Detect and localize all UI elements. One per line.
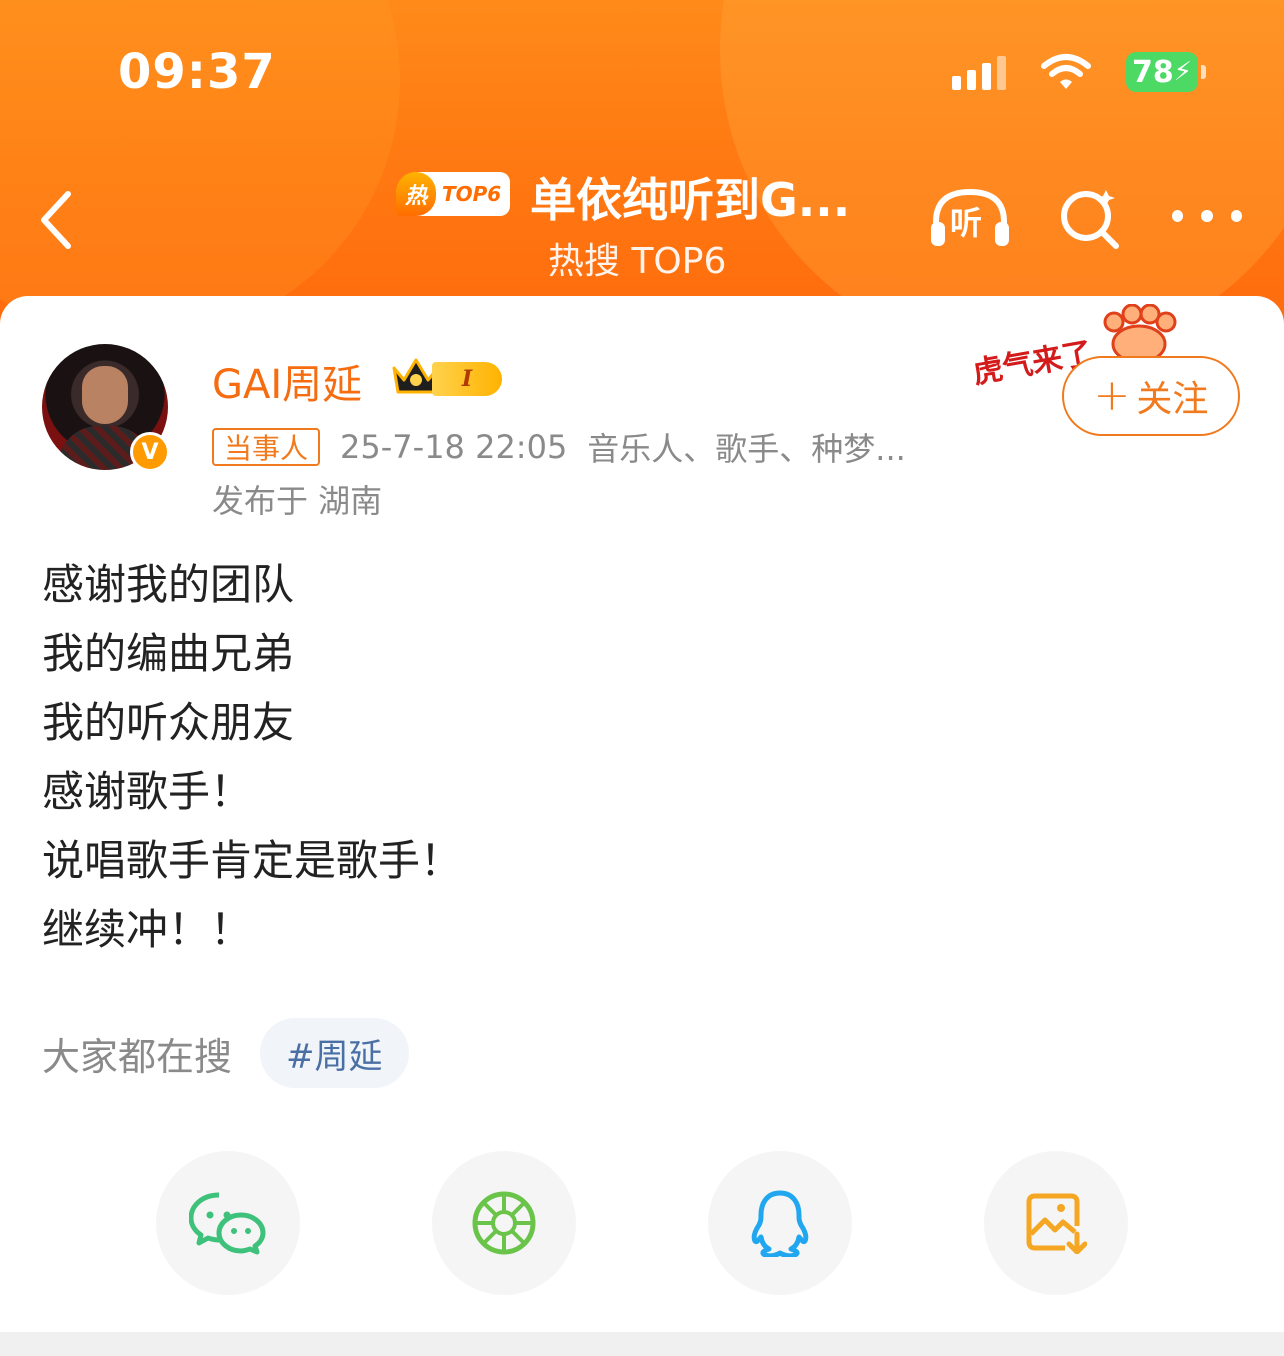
battery-level: 78 [1131,54,1174,90]
post-line: 继续冲！！ [42,905,253,954]
post-card: V GAI周延 I 当事人 25-7-18 22:05 音乐人、歌手、种梦...… [0,296,1284,1332]
post-line: 我的听众朋友 [42,698,295,747]
search-icon[interactable] [1056,186,1122,250]
search-topic-chip[interactable]: #周延 [260,1018,409,1088]
battery-indicator: 78 ⚡ [1126,52,1206,92]
charging-bolt-icon: ⚡ [1173,57,1192,87]
username[interactable]: GAI周延 [212,352,362,410]
hot-fire-icon: 热 [396,172,436,216]
back-button[interactable] [34,188,84,252]
share-wechat-button[interactable] [156,1151,300,1295]
follow-label: 关注 [1136,379,1209,420]
page-subtitle: 热搜 TOP6 [548,241,727,282]
more-dot [1230,210,1242,222]
more-dot [1201,210,1213,222]
user-description: 音乐人、歌手、种梦... [587,430,906,468]
moments-icon [472,1191,536,1255]
post-text: 感谢我的团队 我的编曲兄弟 我的听众朋友 感谢歌手！ 说唱歌手肯定是歌手！ 继续… [42,550,462,964]
bottom-bar [0,1332,1284,1356]
post-line: 感谢歌手！ [42,767,253,816]
wifi-icon [1041,54,1091,89]
listen-button[interactable]: 听 [928,186,1012,250]
listen-label: 听 [950,204,983,242]
follow-button[interactable]: + 关注 [1062,356,1240,436]
wechat-icon [189,1192,266,1255]
hot-search-badge: 热 TOP6 [396,172,510,216]
related-search-label: 大家都在搜 [42,1034,233,1079]
post-line: 我的编曲兄弟 [42,629,295,678]
qq-icon [751,1190,809,1257]
avatar-face [82,366,128,424]
share-row [156,1151,1130,1295]
save-image-icon [1026,1193,1087,1254]
follow-plus-icon: + [1093,370,1131,421]
tiger-paw-icon [1103,304,1177,364]
more-dot [1172,210,1184,222]
user-level-badge: I [432,362,502,396]
related-search: 大家都在搜 #周延 [42,1018,409,1088]
post-line: 说唱歌手肯定是歌手！ [42,836,463,885]
post-location: 发布于 湖南 [212,482,383,520]
more-options-button[interactable] [1172,210,1242,226]
post-line: 感谢我的团队 [42,560,295,609]
party-tag: 当事人 [212,428,321,466]
top-header: 09:37 78 ⚡ 热 TOP6 单依纯听到G... 热搜 TOP6 听 [0,0,1284,340]
post-time: 25-7-18 22:05 [340,428,568,466]
verified-badge-icon: V [130,432,170,472]
status-time: 09:37 [118,44,276,100]
hot-rank: TOP6 [442,182,502,206]
page-title: 单依纯听到G... [530,173,851,227]
share-moments-button[interactable] [432,1151,576,1295]
status-icons: 78 ⚡ [952,52,1206,92]
cellular-signal-icon [952,54,1006,90]
save-image-button[interactable] [984,1151,1128,1295]
post-meta: 当事人 25-7-18 22:05 音乐人、歌手、种梦... [212,424,906,470]
share-qq-button[interactable] [708,1151,852,1295]
